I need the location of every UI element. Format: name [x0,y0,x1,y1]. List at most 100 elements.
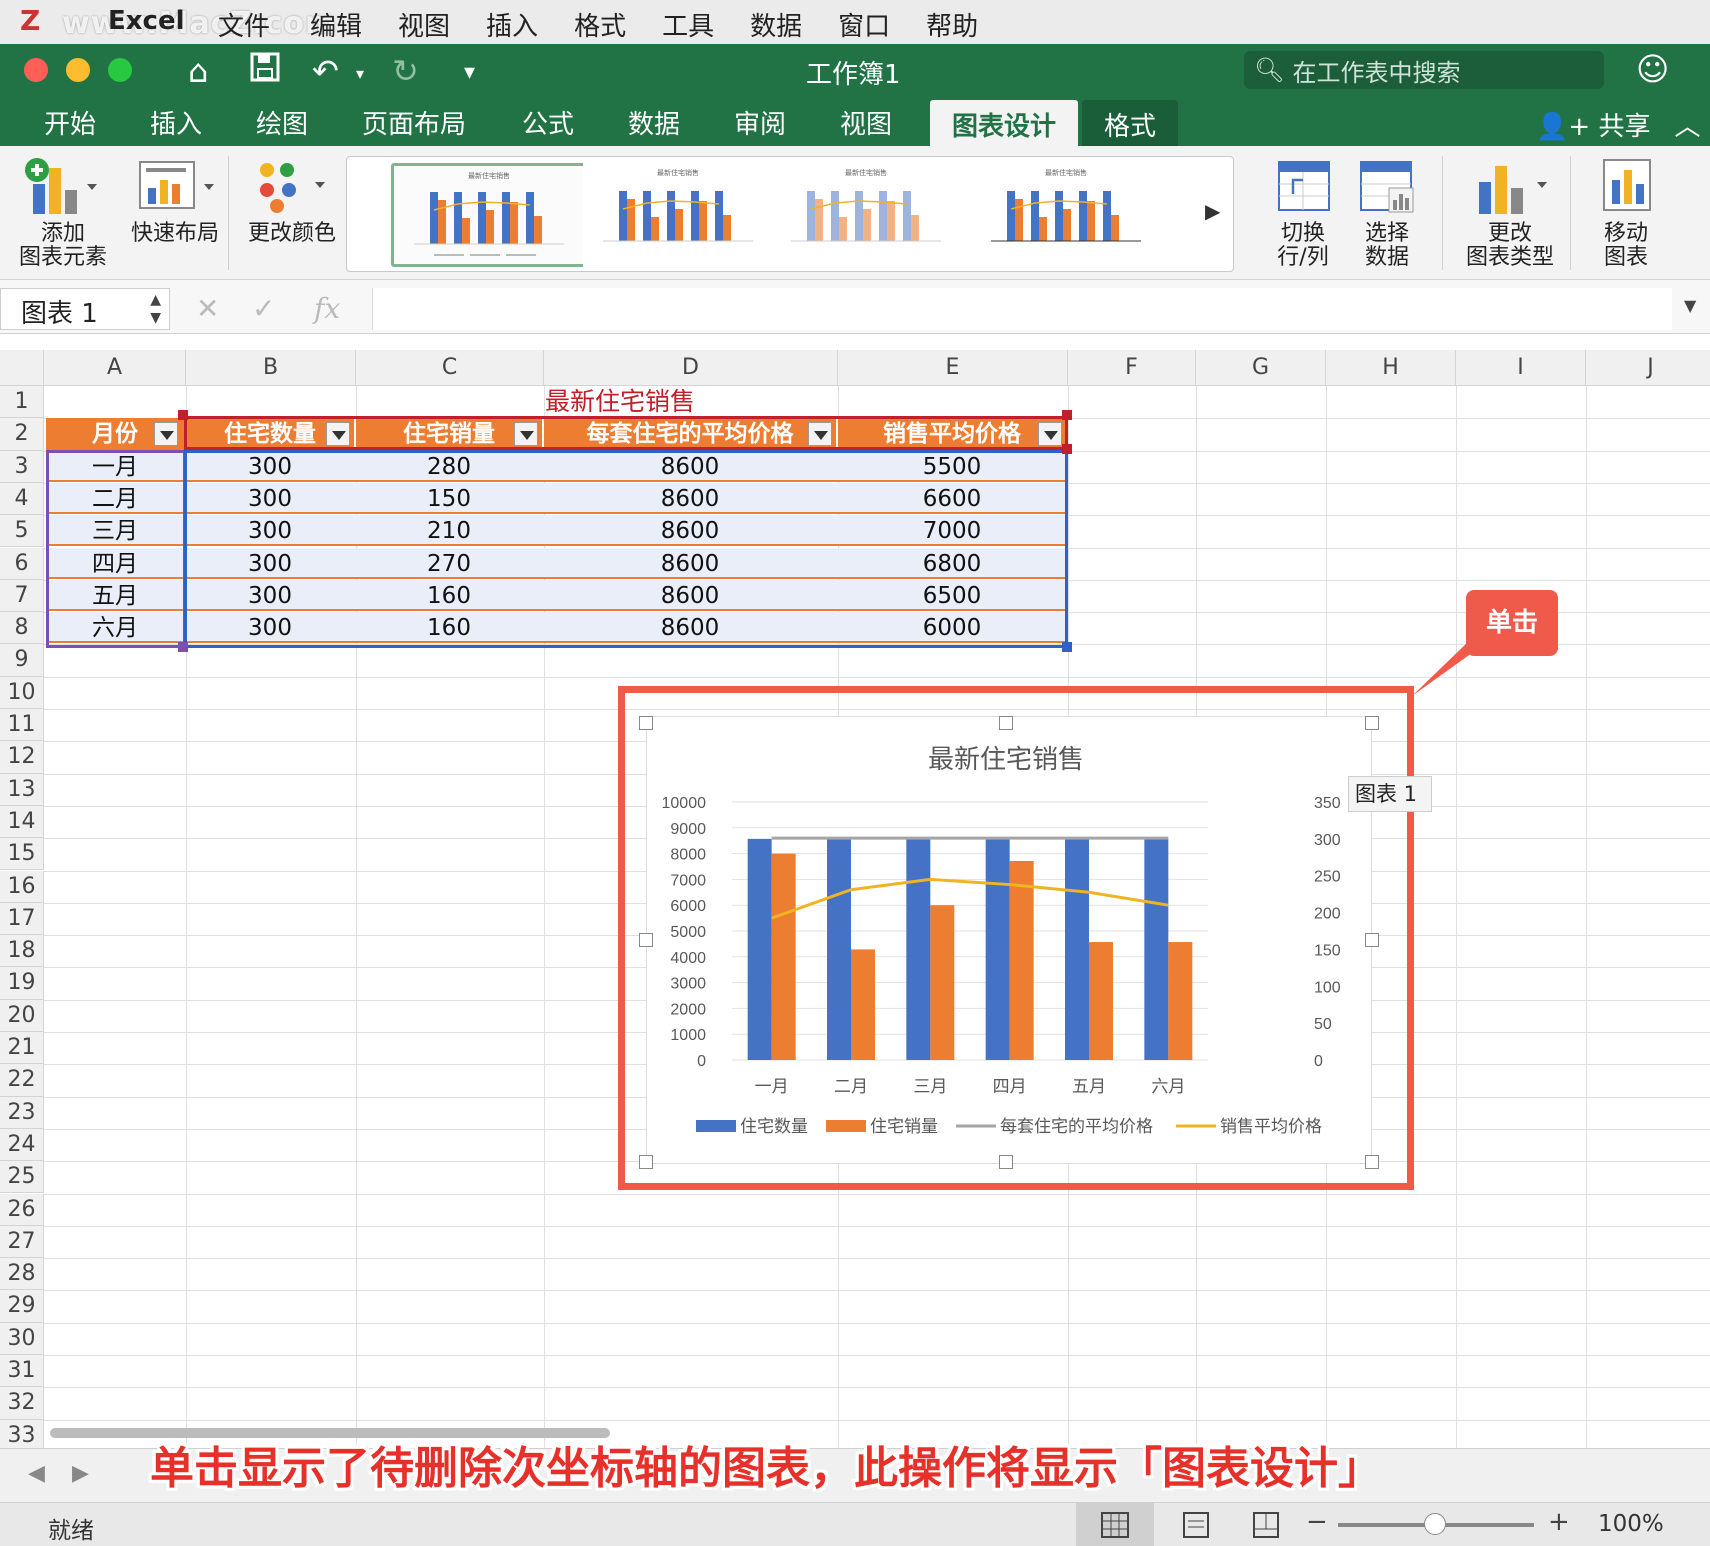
save-icon[interactable] [250,52,280,90]
range-handle[interactable] [178,642,188,652]
collapse-ribbon-icon[interactable]: ︿ [1674,112,1700,142]
tab-format[interactable]: 格式 [1082,100,1179,146]
column-header-F[interactable]: F [1068,350,1196,386]
column-header-I[interactable]: I [1456,350,1586,386]
tab-data[interactable]: 数据 [620,100,688,145]
prev-sheet-icon[interactable]: ◀ [28,1461,45,1486]
chart-resize-handle[interactable] [639,933,653,947]
row-header-24[interactable]: 24 [0,1128,44,1162]
row-header-29[interactable]: 29 [0,1290,44,1323]
quick-layout-button[interactable]: 快速布局 [120,154,230,246]
zoom-slider-thumb[interactable] [1424,1513,1446,1535]
zoom-in-icon[interactable]: + [1548,1507,1570,1537]
function-icon[interactable]: fx [314,292,340,325]
menu-data[interactable]: 数据 [750,6,802,43]
menu-insert[interactable]: 插入 [486,6,538,43]
tab-draw[interactable]: 绘图 [248,100,316,145]
column-header-J[interactable]: J [1586,350,1710,386]
tab-formulas[interactable]: 公式 [514,100,582,145]
row-header-16[interactable]: 16 [0,870,44,903]
row-header-2[interactable]: 2 [0,418,44,451]
column-header-B[interactable]: B [186,350,356,386]
chart-style-2[interactable]: 最新住宅销售 [583,163,779,267]
row-header-25[interactable]: 25 [0,1161,44,1194]
column-header-H[interactable]: H [1326,350,1456,386]
range-handle[interactable] [1062,444,1072,454]
select-all-corner[interactable] [0,350,44,386]
change-chart-type-button[interactable]: 更改 图表类型 [1460,154,1560,270]
gallery-next-icon[interactable]: ▶ [1205,199,1220,223]
row-header-7[interactable]: 7 [0,579,44,613]
row-header-6[interactable]: 6 [0,547,44,580]
menu-view[interactable]: 视图 [398,6,450,43]
tab-chart-design[interactable]: 图表设计 [930,100,1079,146]
menu-edit[interactable]: 编辑 [310,6,362,43]
zoom-window-icon[interactable] [108,58,132,82]
filter-dropdown-icon[interactable] [154,422,178,446]
row-header-20[interactable]: 20 [0,999,44,1032]
row-header-14[interactable]: 14 [0,805,44,839]
menu-window[interactable]: 窗口 [838,6,890,43]
menu-tools[interactable]: 工具 [662,6,714,43]
cancel-formula-icon[interactable]: ✕ [196,292,219,325]
menu-format[interactable]: 格式 [574,6,626,43]
chart-resize-handle[interactable] [1365,933,1379,947]
expand-formula-icon[interactable]: ▼ [1684,296,1696,315]
apple-icon[interactable]: Z [20,4,40,37]
customize-toolbar-icon[interactable]: ▾ [464,60,475,85]
chart-resize-handle[interactable] [639,1155,653,1169]
row-header-32[interactable]: 32 [0,1387,44,1420]
row-header-15[interactable]: 15 [0,838,44,871]
undo-icon[interactable]: ↶ [312,52,339,90]
chart-style-3[interactable]: 最新住宅销售 [771,163,967,267]
name-box[interactable]: 图表 1 ▲ ▼ [0,288,170,330]
search-input[interactable]: 🔍︎ 在工作表中搜索 [1244,51,1604,89]
tab-insert[interactable]: 插入 [142,100,210,145]
row-header-4[interactable]: 4 [0,482,44,516]
row-header-19[interactable]: 19 [0,967,44,1000]
tab-review[interactable]: 审阅 [726,100,794,145]
row-header-31[interactable]: 31 [0,1355,44,1388]
feedback-smiley-icon[interactable]: ☺ [1636,50,1669,88]
name-box-stepper-icon[interactable]: ▲ ▼ [150,291,161,327]
row-header-1[interactable]: 1 [0,386,44,419]
row-header-13[interactable]: 13 [0,773,44,806]
range-handle[interactable] [1062,410,1072,420]
normal-view-button[interactable] [1076,1503,1154,1546]
row-header-28[interactable]: 28 [0,1258,44,1291]
row-header-18[interactable]: 18 [0,935,44,968]
row-header-22[interactable]: 22 [0,1064,44,1097]
chart-resize-handle[interactable] [999,716,1013,730]
row-header-26[interactable]: 26 [0,1193,44,1226]
row-header-11[interactable]: 11 [0,709,44,742]
switch-row-column-button[interactable]: 切换 行/列 [1270,154,1336,270]
chart-style-4[interactable]: 最新住宅销售 [971,163,1167,267]
confirm-formula-icon[interactable]: ✓ [252,292,275,325]
formula-input[interactable] [372,288,1672,330]
column-header-A[interactable]: A [44,350,186,386]
column-header-E[interactable]: E [838,350,1068,386]
minimize-window-icon[interactable] [66,58,90,82]
row-header-9[interactable]: 9 [0,644,44,677]
range-handle[interactable] [1062,642,1072,652]
menu-file[interactable]: 文件 [218,6,270,43]
row-header-21[interactable]: 21 [0,1032,44,1065]
app-menu[interactable]: Excel [108,6,185,36]
chart-resize-handle[interactable] [1365,1155,1379,1169]
tab-page-layout[interactable]: 页面布局 [354,100,474,145]
row-header-8[interactable]: 8 [0,612,44,645]
column-header-C[interactable]: C [356,350,544,386]
row-header-30[interactable]: 30 [0,1322,44,1355]
tab-home[interactable]: 开始 [36,100,104,145]
row-header-5[interactable]: 5 [0,515,44,548]
column-header-G[interactable]: G [1196,350,1326,386]
column-header-D[interactable]: D [544,350,838,386]
move-chart-button[interactable]: 移动 图表 [1594,154,1658,270]
row-header-10[interactable]: 10 [0,676,44,709]
home-icon[interactable]: ⌂ [188,52,208,90]
menu-help[interactable]: 帮助 [926,6,978,43]
embedded-chart[interactable]: 最新住宅销售 10000 9000 8000 7000 6000 5000 4000 3000… [645,715,1373,1165]
share-button[interactable]: 👤+ 共享 ︿ [1536,106,1700,143]
row-header-12[interactable]: 12 [0,741,44,774]
page-break-view-icon[interactable] [1236,1503,1296,1546]
